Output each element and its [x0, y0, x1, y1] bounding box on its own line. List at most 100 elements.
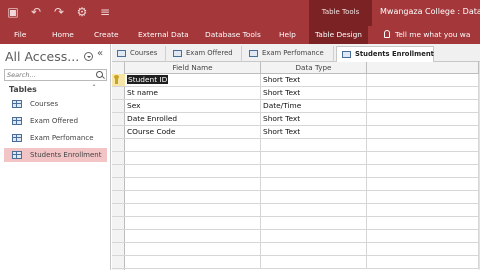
- nav-item-exam-offered[interactable]: Exam Offered: [4, 114, 107, 128]
- chevron-down-icon[interactable]: [84, 52, 93, 61]
- tab-table-design[interactable]: Table Design: [309, 26, 368, 44]
- data-type-cell[interactable]: Short Text: [261, 113, 367, 126]
- row-selector[interactable]: [112, 191, 125, 204]
- data-type-cell[interactable]: Short Text: [261, 74, 367, 87]
- tab-external-data[interactable]: External Data: [138, 26, 189, 44]
- access-window: ▣ ↶ ↷ ⚙ ≡ Table Tools Mwangaza College :…: [0, 0, 480, 270]
- data-type-cell[interactable]: [261, 204, 367, 217]
- field-name-cell[interactable]: COurse Code: [125, 126, 261, 139]
- chevron-up-icon[interactable]: ˆ: [92, 84, 96, 93]
- field-name-cell[interactable]: [125, 191, 261, 204]
- tab-file[interactable]: File: [14, 26, 26, 44]
- row-selector[interactable]: [112, 113, 125, 126]
- data-type-cell[interactable]: [261, 191, 367, 204]
- redo-icon[interactable]: ↷: [52, 4, 66, 20]
- data-type-cell[interactable]: [261, 217, 367, 230]
- description-cell[interactable]: [367, 230, 479, 243]
- customize-icon[interactable]: ≡: [98, 4, 112, 20]
- description-cell[interactable]: [367, 100, 479, 113]
- description-cell[interactable]: [367, 74, 479, 87]
- tab-help[interactable]: Help: [279, 26, 296, 44]
- doc-tab-students-enrollment[interactable]: Students Enrollment: [336, 46, 434, 63]
- field-name-cell[interactable]: Sex: [125, 100, 261, 113]
- column-header-description[interactable]: [367, 62, 479, 74]
- field-name-cell[interactable]: [125, 256, 261, 269]
- data-type-cell[interactable]: [261, 243, 367, 256]
- row-selector[interactable]: [112, 74, 125, 87]
- description-cell[interactable]: [367, 139, 479, 152]
- field-name-cell[interactable]: [125, 139, 261, 152]
- description-cell[interactable]: [367, 165, 479, 178]
- table-icon: [117, 50, 126, 57]
- data-type-cell[interactable]: Short Text: [261, 87, 367, 100]
- row-selector[interactable]: [112, 230, 125, 243]
- nav-item-students-enrollment[interactable]: Students Enrollment: [4, 148, 107, 162]
- field-name-cell[interactable]: [125, 243, 261, 256]
- description-cell[interactable]: [367, 256, 479, 269]
- field-name-cell[interactable]: [125, 204, 261, 217]
- field-name-cell[interactable]: [125, 165, 261, 178]
- row-selector[interactable]: [112, 256, 125, 269]
- row-selector[interactable]: [112, 178, 125, 191]
- nav-group-tables[interactable]: Tables: [9, 85, 37, 94]
- field-name-cell[interactable]: St name: [125, 87, 261, 100]
- nav-item-courses[interactable]: Courses: [4, 97, 107, 111]
- row-selector[interactable]: [112, 165, 125, 178]
- description-cell[interactable]: [367, 217, 479, 230]
- description-cell[interactable]: [367, 126, 479, 139]
- data-type-cell[interactable]: Date/Time: [261, 100, 367, 113]
- row-selector[interactable]: [112, 204, 125, 217]
- column-header-data-type[interactable]: Data Type: [261, 62, 367, 74]
- row-selector[interactable]: [112, 217, 125, 230]
- nav-search-input[interactable]: [7, 70, 93, 80]
- search-icon[interactable]: [96, 71, 103, 78]
- doc-tab-courses[interactable]: Courses: [112, 46, 166, 62]
- data-type-cell[interactable]: [261, 178, 367, 191]
- row-selector[interactable]: [112, 87, 125, 100]
- tab-create[interactable]: Create: [94, 26, 119, 44]
- row-selector[interactable]: [112, 152, 125, 165]
- tab-home[interactable]: Home: [52, 26, 74, 44]
- field-name-cell[interactable]: [125, 230, 261, 243]
- description-cell[interactable]: [367, 191, 479, 204]
- description-cell[interactable]: [367, 178, 479, 191]
- tell-me-box[interactable]: Tell me what you wa: [384, 26, 470, 44]
- description-cell[interactable]: [367, 243, 479, 256]
- tab-database-tools[interactable]: Database Tools: [205, 26, 261, 44]
- doc-tab-exam-perfomance[interactable]: Exam Perfomance: [244, 46, 334, 62]
- row-selector[interactable]: [112, 100, 125, 113]
- data-type-cell[interactable]: [261, 152, 367, 165]
- field-name-cell[interactable]: [125, 152, 261, 165]
- doc-tab-label: Exam Offered: [186, 49, 233, 57]
- row-selector[interactable]: [112, 126, 125, 139]
- description-cell[interactable]: [367, 87, 479, 100]
- nav-pane-title[interactable]: All Access...: [5, 49, 79, 64]
- field-name-cell[interactable]: Student ID: [125, 74, 261, 87]
- data-type-cell[interactable]: [261, 165, 367, 178]
- table-icon: [342, 51, 351, 58]
- table-icon: [249, 50, 258, 57]
- description-cell[interactable]: [367, 204, 479, 217]
- field-name-cell[interactable]: [125, 217, 261, 230]
- touch-mode-icon[interactable]: ⚙: [75, 4, 89, 20]
- nav-item-label: Courses: [30, 100, 59, 108]
- data-type-cell[interactable]: Short Text: [261, 126, 367, 139]
- doc-tab-exam-offered[interactable]: Exam Offered: [168, 46, 242, 62]
- save-icon[interactable]: ▣: [6, 4, 20, 20]
- nav-item-exam-perfomance[interactable]: Exam Perfomance: [4, 131, 107, 145]
- description-cell[interactable]: [367, 113, 479, 126]
- collapse-pane-icon[interactable]: «: [97, 48, 103, 59]
- data-type-cell[interactable]: [261, 139, 367, 152]
- undo-icon[interactable]: ↶: [29, 4, 43, 20]
- field-name-cell[interactable]: [125, 178, 261, 191]
- description-cell[interactable]: [367, 152, 479, 165]
- column-header-field-name[interactable]: Field Name: [125, 62, 261, 74]
- row-selector[interactable]: [112, 139, 125, 152]
- table-icon: [12, 134, 22, 142]
- field-name-cell[interactable]: Date Enrolled: [125, 113, 261, 126]
- table-icon: [173, 50, 182, 57]
- data-type-cell[interactable]: [261, 230, 367, 243]
- row-selector[interactable]: [112, 243, 125, 256]
- nav-search-box: [4, 69, 107, 81]
- data-type-cell[interactable]: [261, 256, 367, 269]
